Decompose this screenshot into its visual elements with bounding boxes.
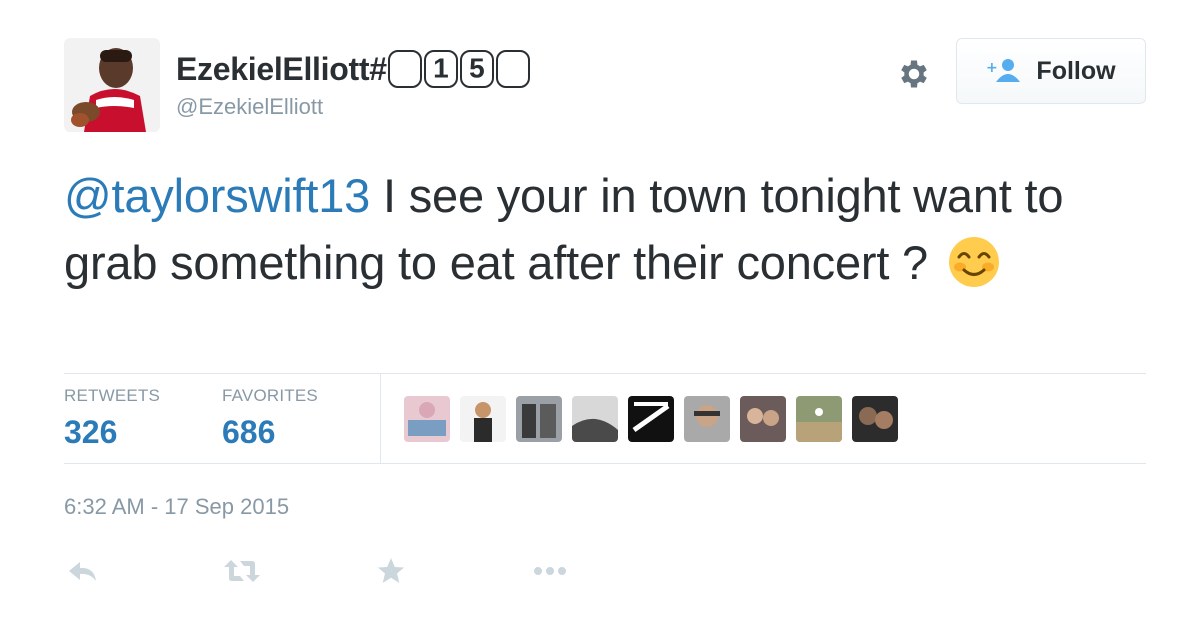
tweet-text: @taylorswift13 I see your in town tonigh… xyxy=(64,162,1124,296)
retweets-label[interactable]: RETWEETS xyxy=(64,386,160,406)
tweet-timestamp[interactable]: 6:32 AM - 17 Sep 2015 xyxy=(64,494,289,520)
smiling-face-emoji xyxy=(948,237,999,287)
follow-button-label: Follow xyxy=(1036,56,1116,85)
follow-button[interactable]: + Follow xyxy=(956,38,1146,104)
favoriter-avatar[interactable] xyxy=(404,396,450,442)
retweets-count[interactable]: 326 xyxy=(64,414,117,451)
unsupported-emoji-box xyxy=(387,50,422,88)
favoriter-avatar[interactable] xyxy=(572,396,618,442)
display-name-text: EzekielElliott# xyxy=(176,50,387,87)
gear-icon[interactable] xyxy=(896,56,932,92)
favoriters-list xyxy=(404,396,898,442)
user-handle[interactable]: @EzekielElliott xyxy=(176,94,323,120)
unsupported-emoji-box xyxy=(495,50,530,88)
favoriter-avatar[interactable] xyxy=(516,396,562,442)
favorite-icon[interactable] xyxy=(376,556,410,586)
favorites-label[interactable]: FAVORITES xyxy=(222,386,318,406)
favoriter-avatar[interactable] xyxy=(628,396,674,442)
favoriter-avatar[interactable] xyxy=(684,396,730,442)
avatar[interactable] xyxy=(64,38,160,132)
unsupported-emoji-box: 1 xyxy=(423,50,458,88)
svg-text:+: + xyxy=(986,60,998,76)
favoriter-avatar[interactable] xyxy=(852,396,898,442)
display-name[interactable]: EzekielElliott# 1 5 xyxy=(176,50,531,88)
add-user-icon: + xyxy=(986,59,1021,82)
retweet-icon[interactable] xyxy=(222,556,260,586)
reply-icon[interactable] xyxy=(66,556,100,586)
divider xyxy=(64,463,1146,464)
more-icon[interactable] xyxy=(530,556,566,586)
favoriter-avatar[interactable] xyxy=(460,396,506,442)
mention-link[interactable]: @taylorswift13 xyxy=(64,169,370,222)
divider xyxy=(64,373,1146,374)
divider xyxy=(380,374,381,464)
favoriter-avatar[interactable] xyxy=(740,396,786,442)
unsupported-emoji-box: 5 xyxy=(459,50,494,88)
favorites-count[interactable]: 686 xyxy=(222,414,275,451)
favoriter-avatar[interactable] xyxy=(796,396,842,442)
avatar-image xyxy=(64,38,160,132)
